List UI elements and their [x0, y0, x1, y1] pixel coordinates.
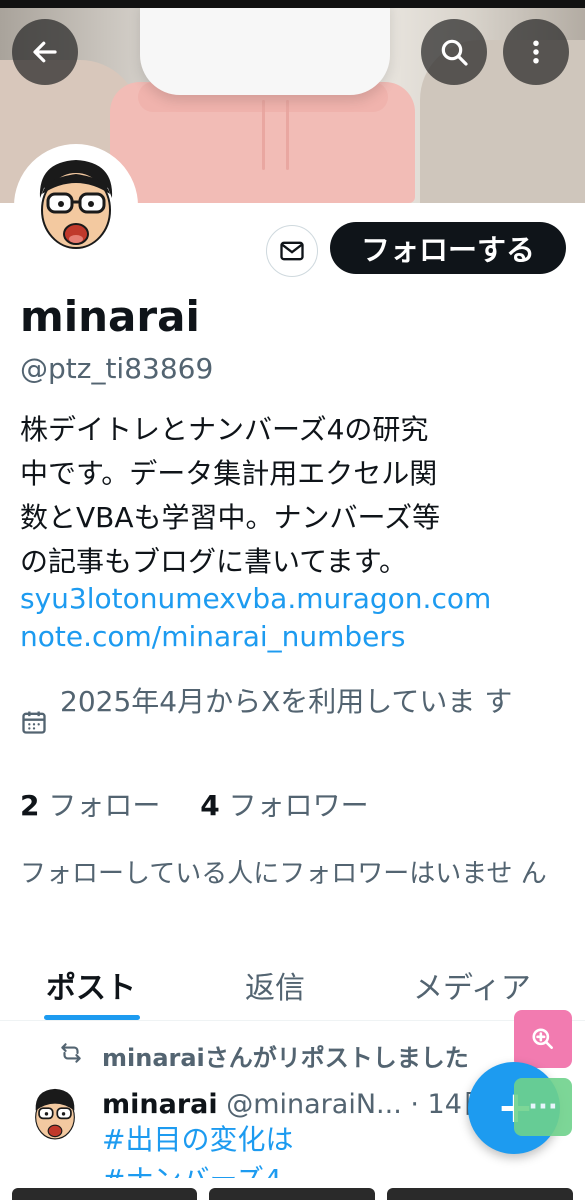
following-count: 2: [20, 789, 40, 822]
follow-button[interactable]: フォローする: [330, 222, 566, 274]
post-header: minarai @minaraiN... · 14日: [102, 1082, 489, 1121]
banner-shape: [286, 100, 289, 170]
joined-text: 2025年4月からXを利用していま す: [60, 685, 513, 718]
bio-line: 株デイトレとナンバーズ4の研究: [20, 413, 429, 446]
banner-shape: [140, 0, 390, 95]
status-bar: [0, 0, 585, 8]
post-author[interactable]: minarai: [102, 1089, 218, 1120]
arrow-left-icon: [33, 41, 57, 63]
post-author-handle[interactable]: @minaraiN...: [226, 1089, 402, 1120]
bio-line: 中です。データ集計用エクセル関: [20, 457, 438, 490]
followers-link[interactable]: 4 フォロワー: [200, 789, 368, 822]
banner-shape: [262, 100, 265, 170]
envelope-icon: [280, 241, 304, 261]
profile-bio: 株デイトレとナンバーズ4の研究 中です。データ集計用エクセル関 数とVBAも学習…: [20, 408, 510, 584]
more-horizontal-icon: ···: [528, 1092, 558, 1122]
profile-link[interactable]: syu3lotonumexvba.muragon.com: [20, 582, 491, 615]
post-avatar[interactable]: [22, 1082, 88, 1148]
bottom-bar-segment: [209, 1188, 375, 1200]
tab-replies[interactable]: 返信: [245, 963, 305, 1007]
profile-tabs: ポスト 返信 メディア: [0, 955, 585, 1021]
bottom-bar-segment: [12, 1188, 197, 1200]
profile-link[interactable]: note.com/minarai_numbers: [20, 620, 406, 653]
tab-posts[interactable]: ポスト: [46, 963, 136, 1007]
active-tab-indicator: [44, 1015, 140, 1020]
more-vertical-icon: [533, 40, 539, 64]
bottom-bar-segment: [387, 1188, 573, 1200]
search-icon: [441, 39, 468, 66]
more-button[interactable]: [503, 19, 569, 85]
back-button[interactable]: [12, 19, 78, 85]
hashtag-link[interactable]: #出目の変化は: [102, 1118, 293, 1158]
followers-label: フォロワー: [228, 789, 369, 822]
zoom-in-icon: [532, 1028, 553, 1049]
cartoon-face-icon: [22, 1082, 88, 1148]
bio-line: 数とVBAも学習中。ナンバーズ等: [20, 501, 441, 534]
following-label: フォロー: [48, 789, 161, 822]
zoom-button[interactable]: [514, 1010, 572, 1068]
followers-count: 4: [200, 789, 220, 822]
calendar-icon: [22, 711, 46, 734]
mutual-followers-text: フォローしている人にフォロワーはいませ ん: [20, 859, 547, 889]
repost-indicator[interactable]: minaraiさんがリポストしました: [102, 1038, 469, 1073]
hashtag-link[interactable]: #ナンバーズ4: [102, 1158, 282, 1178]
cartoon-face-icon: [18, 148, 134, 264]
profile-name: minarai: [20, 292, 200, 341]
repost-icon: [61, 1043, 81, 1063]
tab-media[interactable]: メディア: [413, 963, 531, 1007]
more-options-button[interactable]: ···: [514, 1078, 572, 1136]
follow-counts: 2 フォロー 4 フォロワー: [20, 784, 369, 824]
message-button[interactable]: [266, 225, 318, 277]
profile-handle: @ptz_ti83869: [20, 352, 214, 385]
avatar[interactable]: [14, 144, 138, 268]
following-link[interactable]: 2 フォロー: [20, 789, 160, 822]
bio-line: の記事もブログに書いてます。: [20, 545, 407, 578]
search-button[interactable]: [421, 19, 487, 85]
